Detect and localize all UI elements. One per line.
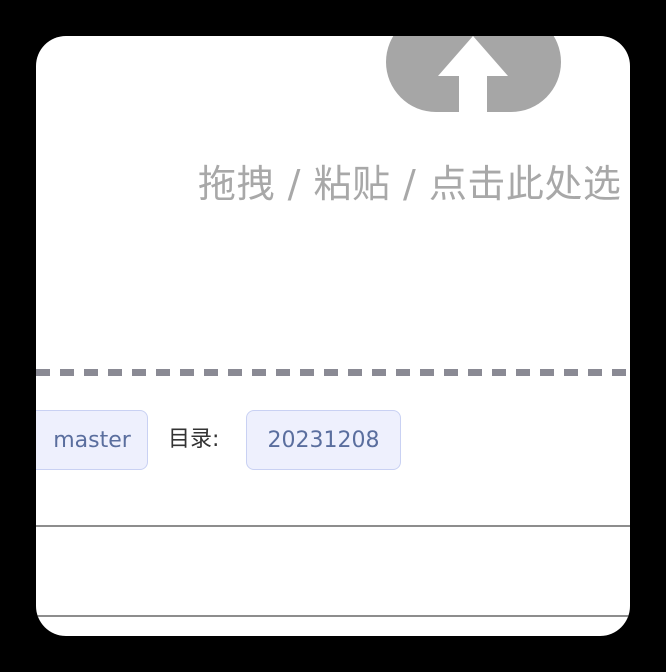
branch-tag[interactable]: master (36, 410, 148, 470)
dashed-divider (36, 369, 630, 376)
directory-tag[interactable]: 20231208 (246, 410, 401, 470)
upload-card: 拖拽 / 粘贴 / 点击此处选 master 目录: 20231208 (36, 36, 630, 636)
divider-line (36, 525, 630, 527)
directory-label: 目录: (168, 427, 220, 452)
upload-hint-text[interactable]: 拖拽 / 粘贴 / 点击此处选 (198, 160, 621, 208)
cloud-upload-graphic (386, 36, 561, 112)
cloud-upload-icon[interactable] (386, 36, 561, 112)
divider-line (36, 615, 630, 617)
